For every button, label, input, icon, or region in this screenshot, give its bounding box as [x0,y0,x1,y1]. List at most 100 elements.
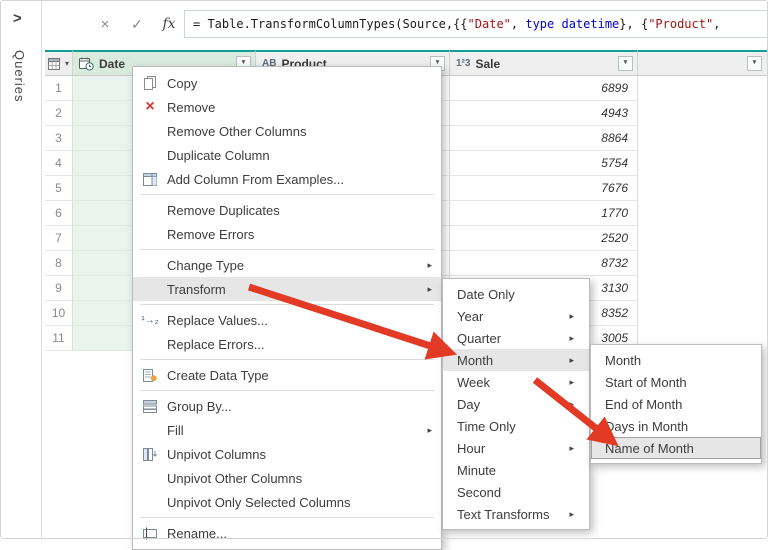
sale-cell[interactable]: 4943 [450,101,638,126]
sale-cell[interactable]: 1770 [450,201,638,226]
group-by-icon [133,399,167,413]
expand-pane-chevron-icon[interactable]: > [13,10,22,27]
create-data-type-icon [133,368,167,382]
submenu-item-name-of-month[interactable]: Name of Month [591,437,761,459]
submenu-item-time-only[interactable]: Time Only [443,415,589,437]
fx-icon[interactable]: fx [157,13,181,35]
menu-item-remove-other-columns[interactable]: Remove Other Columns [133,119,441,143]
formula-check-icon[interactable]: ✓ [125,13,149,35]
empty-cell [638,176,768,201]
menu-item-duplicate-column[interactable]: Duplicate Column [133,143,441,167]
menu-item-unpivot-other-columns[interactable]: Unpivot Other Columns [133,466,441,490]
menu-item-unpivot-columns[interactable]: Unpivot Columns [133,442,441,466]
formula-text: , [510,17,526,31]
empty-cell [638,226,768,251]
submenu-arrow-icon: ▸ [569,508,574,519]
empty-cell [638,276,768,301]
menu-item-add-column-from-examples[interactable]: Add Column From Examples... [133,167,441,191]
column-header-partial[interactable]: ▼ [638,50,768,76]
column-label: Date [99,56,126,71]
submenu-item-year[interactable]: Year ▸ [443,305,589,327]
formula-input[interactable]: = Table.TransformColumnTypes(Source,{{"D… [184,10,768,38]
menu-item-remove[interactable]: × Remove [133,95,441,119]
menu-item-create-data-type[interactable]: Create Data Type [133,363,441,387]
formula-bar: × ✓ fx = Table.TransformColumnTypes(Sour… [43,0,768,46]
submenu-arrow-icon: ▸ [569,354,574,365]
submenu-item-date-only[interactable]: Date Only [443,283,589,305]
submenu-item-hour[interactable]: Hour ▸ [443,437,589,459]
submenu-item-day[interactable]: Day ▸ [443,393,589,415]
row-number[interactable]: 9 [45,276,73,301]
menu-item-unpivot-only-selected-columns[interactable]: Unpivot Only Selected Columns [133,490,441,514]
menu-separator [140,249,434,250]
sale-cell[interactable]: 8864 [450,126,638,151]
submenu-item-month[interactable]: Month ▸ [443,349,589,371]
formula-keyword: type datetime [525,17,620,31]
grid-corner-header[interactable]: ▾ [45,50,73,76]
empty-cell [638,301,768,326]
table-icon [47,57,60,70]
menu-separator [140,194,434,195]
submenu-item-end-of-month[interactable]: End of Month [591,393,761,415]
row-number[interactable]: 2 [45,101,73,126]
row-number[interactable]: 8 [45,251,73,276]
row-number[interactable]: 7 [45,226,73,251]
row-number[interactable]: 6 [45,201,73,226]
submenu-item-week[interactable]: Week ▸ [443,371,589,393]
sale-filter-dropdown[interactable]: ▼ [618,56,633,71]
menu-item-transform[interactable]: Transform ▸ [133,277,441,301]
sale-cell[interactable]: 2520 [450,226,638,251]
submenu-item-second[interactable]: Second [443,481,589,503]
datetime-type-icon [79,57,94,70]
formula-text: = Table.TransformColumnTypes(Source,{{ [193,17,468,31]
empty-cell [638,201,768,226]
submenu-item-days-in-month[interactable]: Days in Month [591,415,761,437]
row-number[interactable]: 5 [45,176,73,201]
submenu-arrow-icon: ▸ [427,283,432,294]
row-number[interactable]: 1 [45,76,73,101]
column-header-sale[interactable]: 1²3 Sale ▼ [450,50,638,76]
number-type-icon: 1²3 [456,58,471,69]
submenu-item-month-month[interactable]: Month [591,349,761,371]
copy-icon [133,76,167,90]
row-number[interactable]: 4 [45,151,73,176]
add-column-from-examples-icon [133,172,167,186]
menu-item-replace-errors[interactable]: Replace Errors... [133,332,441,356]
sale-cell[interactable]: 6899 [450,76,638,101]
menu-item-group-by[interactable]: Group By... [133,394,441,418]
submenu-arrow-icon: ▸ [569,442,574,453]
submenu-item-start-of-month[interactable]: Start of Month [591,371,761,393]
sale-cell[interactable]: 5754 [450,151,638,176]
row-number[interactable]: 3 [45,126,73,151]
dropdown-icon: ▼ [622,59,629,67]
row-number[interactable]: 11 [45,326,73,351]
submenu-item-text-transforms[interactable]: Text Transforms ▸ [443,503,589,525]
formula-string: "Product" [648,17,714,31]
menu-item-remove-errors[interactable]: Remove Errors [133,222,441,246]
formula-text: }, { [619,17,649,31]
transform-submenu: Date Only Year ▸ Quarter ▸ Month ▸ Week ▸ Da… [442,278,590,530]
empty-cell [638,126,768,151]
menu-separator [140,359,434,360]
menu-item-fill[interactable]: Fill ▸ [133,418,441,442]
formula-cancel-icon[interactable]: × [93,13,117,35]
submenu-item-quarter[interactable]: Quarter ▸ [443,327,589,349]
menu-item-remove-duplicates[interactable]: Remove Duplicates [133,198,441,222]
empty-cell [638,151,768,176]
column-label: Sale [475,56,501,71]
partial-filter-dropdown[interactable]: ▼ [747,56,762,71]
menu-item-rename[interactable]: Rename... [133,521,441,545]
submenu-arrow-icon: ▸ [569,310,574,321]
replace-values-icon: ¹→₂ [141,314,159,326]
row-number[interactable]: 10 [45,301,73,326]
queries-pane-label[interactable]: Queries [12,50,27,103]
menu-item-replace-values[interactable]: ¹→₂ Replace Values... [133,308,441,332]
sale-cell[interactable]: 8732 [450,251,638,276]
sale-cell[interactable]: 7676 [450,176,638,201]
dropdown-icon: ▼ [751,59,758,67]
formula-string: "Date" [467,17,511,31]
menu-item-copy[interactable]: Copy [133,71,441,95]
submenu-item-minute[interactable]: Minute [443,459,589,481]
month-submenu: Month Start of Month End of Month Days i… [590,344,762,464]
menu-item-change-type[interactable]: Change Type ▸ [133,253,441,277]
